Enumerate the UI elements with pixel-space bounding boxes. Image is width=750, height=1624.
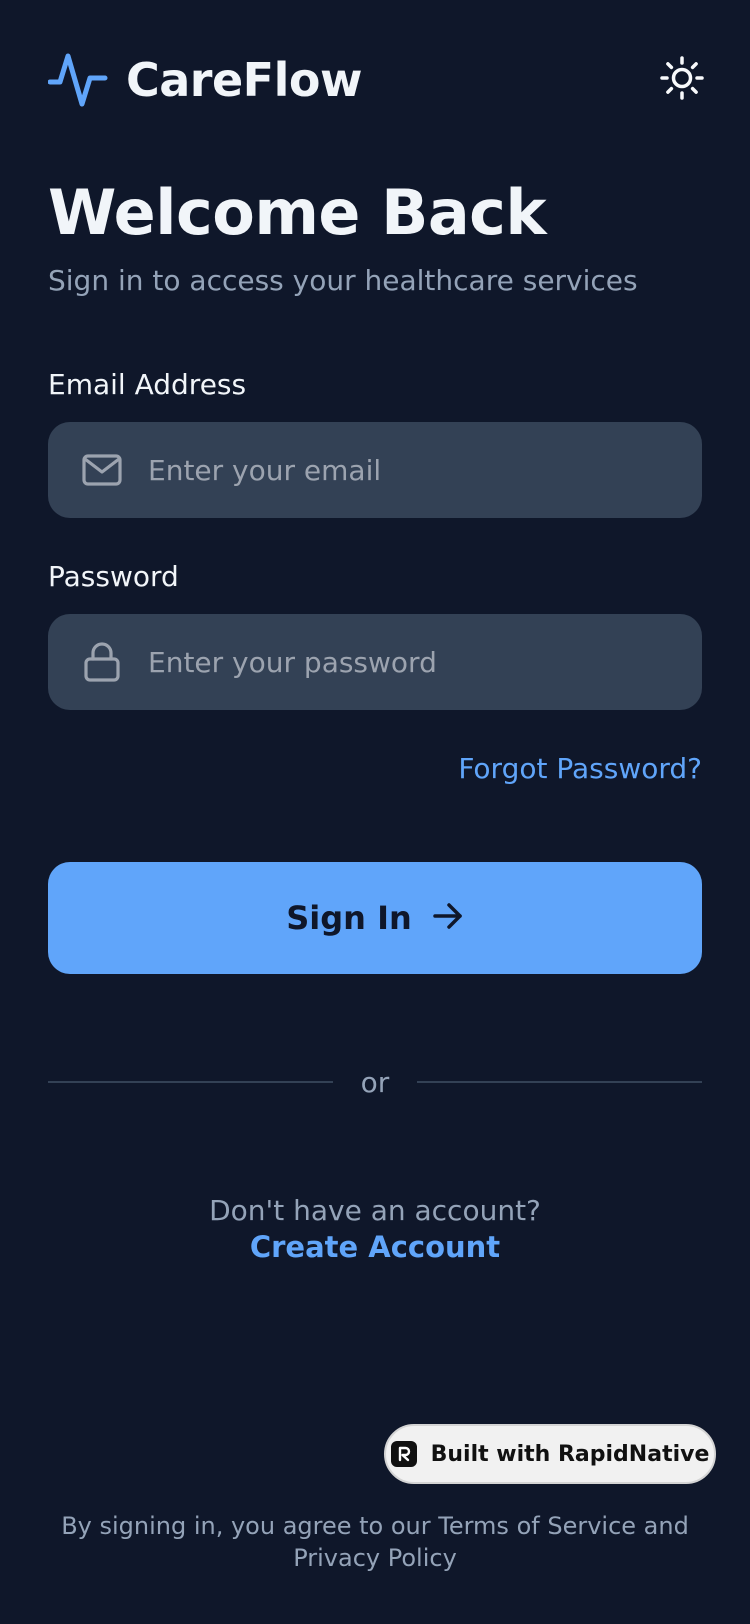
brand: CareFlow <box>48 50 362 110</box>
app-header: CareFlow <box>48 48 704 112</box>
terms-notice: By signing in, you agree to our Terms of… <box>60 1510 690 1574</box>
lock-icon <box>82 642 122 682</box>
page-title: Welcome Back <box>48 176 547 249</box>
divider-line-right <box>417 1081 702 1083</box>
built-with-label: Built with RapidNative <box>430 1441 710 1467</box>
email-input[interactable] <box>146 439 702 501</box>
theme-toggle-button[interactable] <box>654 52 710 108</box>
rapidnative-logo-icon <box>390 1441 417 1467</box>
sun-icon <box>659 55 705 105</box>
sign-in-label: Sign In <box>286 899 412 937</box>
or-divider: or <box>48 1064 702 1100</box>
create-account-link[interactable]: Create Account <box>0 1230 750 1264</box>
email-label: Email Address <box>48 368 247 401</box>
sign-in-button[interactable]: Sign In <box>48 862 702 974</box>
forgot-password-link[interactable]: Forgot Password? <box>458 752 702 785</box>
email-field-container[interactable] <box>48 422 702 518</box>
built-with-badge[interactable]: Built with RapidNative <box>384 1424 716 1484</box>
divider-line-left <box>48 1081 333 1083</box>
mail-icon <box>82 450 122 490</box>
signup-prompt: Don't have an account? <box>209 1194 541 1227</box>
arrow-right-icon <box>432 900 464 936</box>
app-name: CareFlow <box>126 53 362 107</box>
terms-line-2: Privacy Policy <box>293 1544 457 1572</box>
password-input[interactable] <box>146 631 702 693</box>
divider-text: or <box>360 1065 390 1099</box>
pulse-icon <box>48 50 108 110</box>
terms-line-1: By signing in, you agree to our Terms of… <box>61 1512 689 1540</box>
page-subtitle: Sign in to access your healthcare servic… <box>48 264 638 297</box>
password-label: Password <box>48 560 179 593</box>
password-field-container[interactable] <box>48 614 702 710</box>
